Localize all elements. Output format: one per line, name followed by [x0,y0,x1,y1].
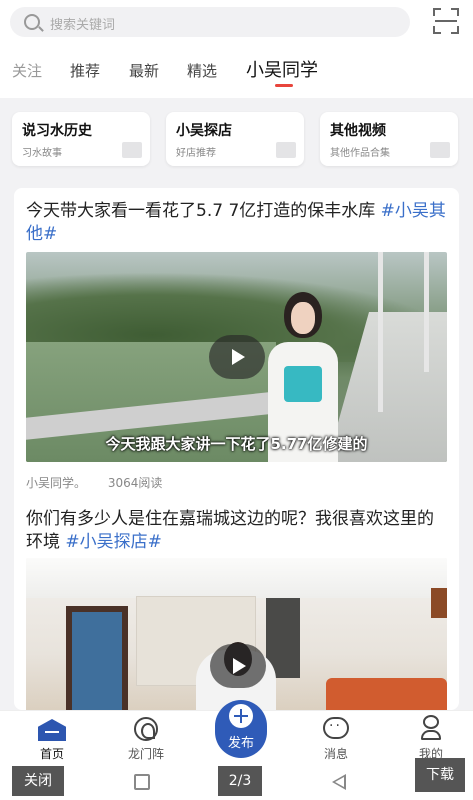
nav-label: 消息 [323,747,348,761]
message-icon [323,717,349,739]
category-thumbnail [276,142,296,158]
category-thumbnail [430,142,450,158]
nav-label: 龙门阵 [127,747,164,761]
post-tag[interactable]: #小吴探店# [65,532,162,552]
profile-icon [421,715,441,741]
post-meta: 小吴同学。 3064阅读 [26,474,180,491]
category-subtitle: 其他作品合集 [330,148,390,159]
tab-indicator [275,84,293,87]
nav-home[interactable]: 首页 [22,711,82,767]
plus-icon [229,704,253,728]
back-icon[interactable] [332,774,346,790]
category-title: 小吴探店 [176,123,232,139]
search-icon [24,14,40,30]
video-player[interactable] [26,558,447,710]
close-button[interactable]: 关闭 [12,766,64,796]
tab-follow[interactable]: 关注 [12,60,42,81]
tab-recommend[interactable]: 推荐 [70,60,100,81]
search-placeholder: 搜索关键词 [50,18,116,33]
chat-circle-icon [134,717,158,741]
category-thumbnail [122,142,142,158]
scan-icon[interactable] [433,8,459,34]
system-bar: 关闭 2/3 下载 [0,758,473,800]
category-subtitle: 习水故事 [22,148,62,159]
post-feed: 今天带大家看一看花了5.7 7亿打造的保丰水库 #小吴其他# 今天我跟大家讲一下… [14,188,459,710]
home-icon [38,719,66,741]
publish-label: 发布 [227,736,254,751]
category-card-history[interactable]: 说习水历史 习水故事 [12,112,150,166]
nav-messages[interactable]: 消息 [306,711,366,767]
nav-longmenzhen[interactable]: 龙门阵 [116,711,176,767]
play-icon[interactable] [210,644,266,688]
category-card-other[interactable]: 其他视频 其他作品合集 [320,112,458,166]
category-card-shop[interactable]: 小吴探店 好店推荐 [166,112,304,166]
video-caption: 今天我跟大家讲一下花了5.77亿修建的 [105,435,368,453]
category-title: 其他视频 [330,123,386,139]
tab-latest[interactable]: 最新 [129,60,159,81]
category-subtitle: 好店推荐 [176,148,216,159]
nav-label: 首页 [39,747,64,761]
square-icon[interactable] [134,774,150,790]
category-title: 说习水历史 [22,123,92,139]
page-indicator: 2/3 [218,766,262,796]
post-title[interactable]: 今天带大家看一看花了5.7 7亿打造的保丰水库 #小吴其他# [26,200,446,246]
post-views: 3064阅读 [107,476,163,490]
download-button[interactable]: 下载 [415,758,465,792]
video-player[interactable]: 今天我跟大家讲一下花了5.77亿修建的 [26,252,447,462]
post-author[interactable]: 小吴同学。 [26,476,86,490]
header: 搜索关键词 关注 推荐 最新 精选 小吴同学 [0,0,473,98]
tab-featured[interactable]: 精选 [187,60,217,81]
tab-bar: 关注 推荐 最新 精选 小吴同学 [0,56,473,87]
category-row: 说习水历史 习水故事 小吴探店 好店推荐 其他视频 其他作品合集 [0,106,473,176]
publish-button[interactable]: 发布 [215,700,267,758]
search-bar[interactable]: 搜索关键词 [10,7,410,37]
post-title[interactable]: 你们有多少人是住在嘉瑞城这边的呢？我很喜欢这里的环境 #小吴探店# [26,508,446,554]
play-icon[interactable] [209,335,265,379]
tab-xiaowu[interactable]: 小吴同学 [246,56,318,82]
